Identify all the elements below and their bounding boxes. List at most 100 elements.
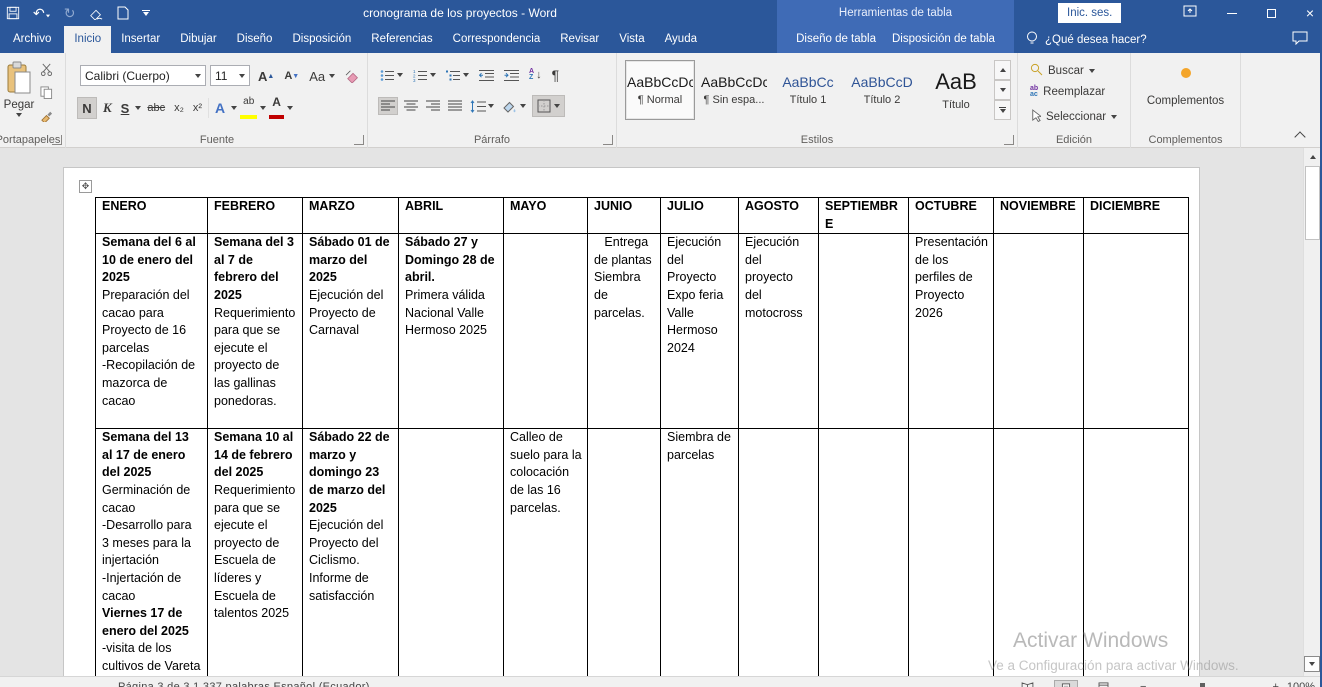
table-cell[interactable]: Calleo de suelo para la colocación de la… bbox=[504, 429, 588, 676]
highlight-button[interactable]: ab bbox=[240, 97, 257, 119]
eraser-icon[interactable] bbox=[88, 6, 104, 20]
paste-button[interactable]: Pegar bbox=[2, 61, 36, 131]
font-color-button[interactable]: A bbox=[269, 97, 284, 119]
tab-archivo[interactable]: Archivo bbox=[0, 26, 64, 53]
table-header-cell[interactable]: DICIEMBRE bbox=[1084, 198, 1189, 234]
tab-ayuda[interactable]: Ayuda bbox=[655, 26, 707, 53]
show-marks-button[interactable]: ¶ bbox=[550, 65, 562, 85]
table-header-cell[interactable]: ABRIL bbox=[399, 198, 504, 234]
select-button[interactable]: Seleccionar bbox=[1030, 109, 1117, 125]
shading-button[interactable] bbox=[500, 98, 528, 115]
table-cell[interactable] bbox=[819, 429, 909, 676]
dialog-launcher-portapapeles[interactable] bbox=[52, 135, 62, 145]
table-header-cell[interactable]: JUNIO bbox=[588, 198, 661, 234]
tell-me-box[interactable]: ¿Qué desea hacer? bbox=[1026, 26, 1147, 53]
text-effects-button[interactable]: A bbox=[212, 97, 228, 119]
styles-gallery-more-icon[interactable] bbox=[994, 100, 1011, 120]
customize-qat-icon[interactable] bbox=[142, 10, 150, 16]
addins-button[interactable]: Complementos bbox=[1131, 95, 1240, 107]
shrink-font-button[interactable]: A▼ bbox=[281, 65, 302, 87]
maximize-icon[interactable] bbox=[1267, 9, 1276, 18]
find-button[interactable]: Buscar bbox=[1030, 63, 1095, 79]
undo-icon[interactable]: ↶ bbox=[33, 6, 51, 20]
highlight-dropdown[interactable] bbox=[260, 106, 266, 110]
table-cell[interactable]: Sábado 27 y Domingo 28 de abril.Primera … bbox=[399, 234, 504, 429]
style-titulo[interactable]: AaB Título bbox=[921, 60, 991, 120]
tab-diseno-de-tabla[interactable]: Diseño de tabla bbox=[788, 26, 884, 53]
table-cell[interactable] bbox=[739, 429, 819, 676]
multilevel-list-button[interactable] bbox=[444, 67, 471, 84]
tab-dibujar[interactable]: Dibujar bbox=[170, 26, 226, 53]
bullets-button[interactable] bbox=[378, 67, 405, 84]
table-cell[interactable] bbox=[399, 429, 504, 676]
sort-icon[interactable]: AZ↓ bbox=[527, 67, 544, 83]
table-cell[interactable] bbox=[504, 234, 588, 429]
new-document-icon[interactable] bbox=[117, 6, 129, 20]
table-header-cell[interactable]: FEBRERO bbox=[208, 198, 303, 234]
collapse-ribbon-icon[interactable] bbox=[1294, 131, 1305, 142]
table-cell[interactable] bbox=[1084, 234, 1189, 429]
table-header-cell[interactable]: MAYO bbox=[504, 198, 588, 234]
grow-font-button[interactable]: A▲ bbox=[255, 65, 277, 87]
web-layout-icon[interactable] bbox=[1092, 680, 1115, 687]
zoom-in-icon[interactable]: + bbox=[1272, 681, 1278, 687]
cut-icon[interactable] bbox=[40, 63, 53, 79]
tab-inicio[interactable]: Inicio bbox=[64, 26, 111, 53]
text-effects-dropdown[interactable] bbox=[231, 106, 237, 110]
vertical-scrollbar[interactable] bbox=[1303, 148, 1320, 676]
table-cell[interactable]: Presentación de los perfiles de Proyecto… bbox=[909, 234, 994, 429]
line-spacing-button[interactable] bbox=[468, 98, 496, 115]
superscript-button[interactable]: x² bbox=[190, 97, 205, 119]
zoom-level[interactable]: 100% bbox=[1287, 681, 1315, 687]
close-icon[interactable]: × bbox=[1306, 0, 1314, 26]
dialog-launcher-estilos[interactable] bbox=[1004, 135, 1014, 145]
tab-referencias[interactable]: Referencias bbox=[361, 26, 442, 53]
styles-scroll-up-icon[interactable] bbox=[994, 60, 1011, 80]
table-move-handle-icon[interactable]: ✥ bbox=[79, 180, 92, 193]
subscript-button[interactable]: x₂ bbox=[171, 97, 187, 119]
tab-revisar[interactable]: Revisar bbox=[550, 26, 609, 53]
borders-button[interactable] bbox=[532, 95, 565, 117]
table-cell[interactable]: Semana del 6 al 10 de enero del 2025Prep… bbox=[96, 234, 208, 429]
zoom-slider-handle[interactable] bbox=[1200, 683, 1205, 687]
tab-disposicion-de-tabla[interactable]: Disposición de tabla bbox=[884, 26, 1003, 53]
change-case-button[interactable]: Aa bbox=[306, 65, 338, 87]
font-color-dropdown[interactable] bbox=[287, 106, 293, 110]
table-header-cell[interactable]: AGOSTO bbox=[739, 198, 819, 234]
tab-disposicion[interactable]: Disposición bbox=[282, 26, 361, 53]
table-cell[interactable]: Ejecución del Proyecto Expo feria Valle … bbox=[661, 234, 739, 429]
clear-formatting-icon[interactable] bbox=[342, 65, 364, 87]
bold-button[interactable]: N bbox=[77, 97, 97, 119]
style-normal[interactable]: AaBbCcDc ¶ Normal bbox=[625, 60, 695, 120]
tab-correspondencia[interactable]: Correspondencia bbox=[443, 26, 551, 53]
style-titulo-1[interactable]: AaBbCc Título 1 bbox=[773, 60, 843, 120]
scroll-up-icon[interactable] bbox=[1305, 150, 1320, 164]
styles-scroll-down-icon[interactable] bbox=[994, 80, 1011, 100]
table-header-cell[interactable]: SEPTIEMBRE bbox=[819, 198, 909, 234]
zoom-out-icon[interactable]: − bbox=[1140, 681, 1146, 687]
document-page[interactable]: ✥ ENEROFEBREROMARZOABRILMAYOJUNIOJULIOAG… bbox=[63, 167, 1200, 676]
scroll-down-icon[interactable] bbox=[1304, 656, 1320, 672]
strikethrough-button[interactable]: abc bbox=[144, 97, 168, 119]
replace-button[interactable]: abac Reemplazar bbox=[1030, 86, 1105, 98]
increase-indent-icon[interactable] bbox=[502, 67, 521, 84]
table-header-cell[interactable]: MARZO bbox=[303, 198, 399, 234]
table-cell[interactable]: Siembra de parcelas bbox=[661, 429, 739, 676]
table-cell[interactable]: Sábado 01 de marzo del 2025Ejecución del… bbox=[303, 234, 399, 429]
table-cell[interactable]: Semana 10 al 14 de febrero del 2025Reque… bbox=[208, 429, 303, 676]
table-cell[interactable] bbox=[1084, 429, 1189, 676]
table-header-cell[interactable]: OCTUBRE bbox=[909, 198, 994, 234]
table-cell[interactable]: Entrega de plantas Siembra de parcelas. bbox=[588, 234, 661, 429]
copy-icon[interactable] bbox=[40, 86, 53, 102]
decrease-indent-icon[interactable] bbox=[477, 67, 496, 84]
tab-insertar[interactable]: Insertar bbox=[111, 26, 170, 53]
table-cell[interactable] bbox=[994, 234, 1084, 429]
italic-button[interactable]: K bbox=[100, 97, 115, 119]
table-cell[interactable] bbox=[819, 234, 909, 429]
style-sin-espacio[interactable]: AaBbCcDc ¶ Sin espa... bbox=[699, 60, 769, 120]
comment-icon[interactable] bbox=[1292, 31, 1308, 50]
save-icon[interactable] bbox=[6, 6, 20, 20]
scrollbar-thumb[interactable] bbox=[1305, 166, 1320, 240]
sign-in-button[interactable]: Inic. ses. bbox=[1058, 3, 1121, 23]
table-cell[interactable] bbox=[994, 429, 1084, 676]
